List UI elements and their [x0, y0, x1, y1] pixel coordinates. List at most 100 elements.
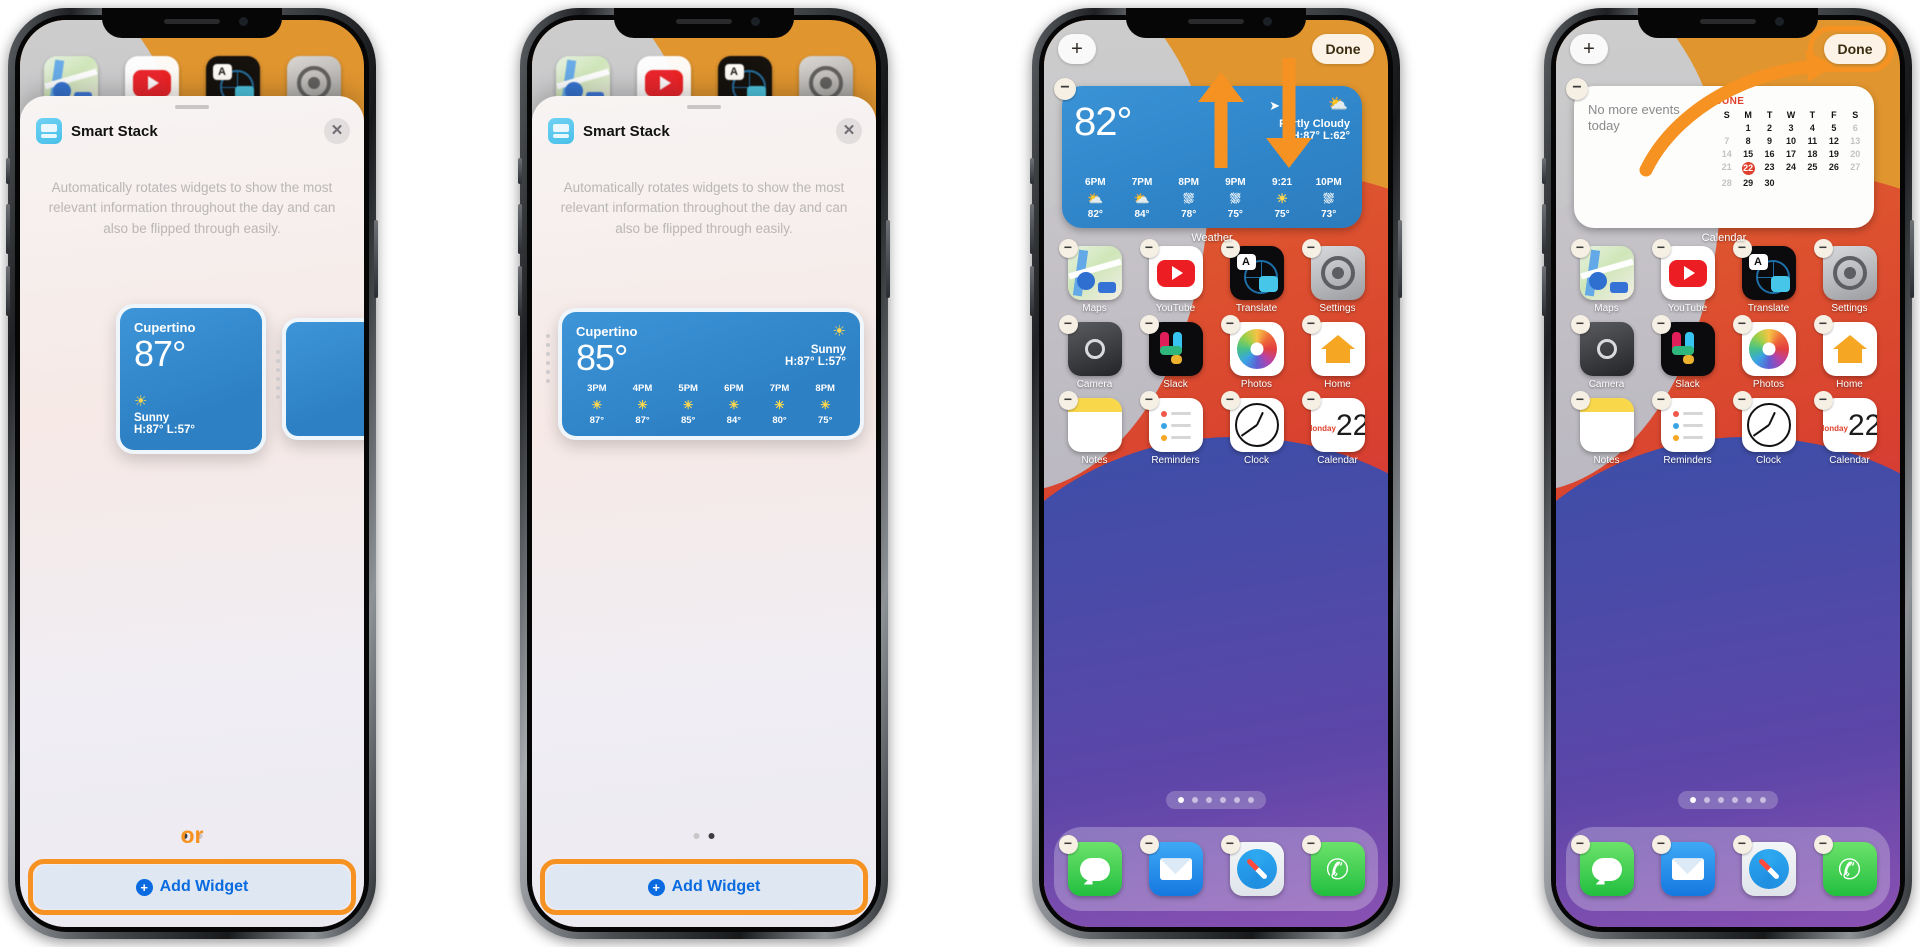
remove-widget-icon[interactable]: −: [1054, 78, 1076, 100]
app-notes[interactable]: − Notes: [1054, 391, 1135, 466]
sheet-page-dots[interactable]: [693, 833, 715, 839]
day-cell: 3: [1788, 123, 1794, 133]
remove-app-icon[interactable]: −: [1058, 835, 1078, 854]
weather-home-widget[interactable]: − ➤ ⛅ 82° Partly Cloudy H:87° L:62° 6PM ⛅…: [1054, 78, 1362, 244]
volume-down-button[interactable]: [6, 266, 10, 316]
widget-carousel[interactable]: Cupertino 87° ☀ Sunny H:87° L:57°: [20, 292, 364, 492]
volume-up-button[interactable]: [6, 204, 10, 254]
weather-widget-preview[interactable]: Cupertino 87° ☀ Sunny H:87° L:57°: [116, 304, 266, 454]
app-calendar[interactable]: − Monday 22 Calendar: [1297, 391, 1378, 466]
dock-app-phone[interactable]: − ✆: [1813, 835, 1877, 896]
remove-app-icon[interactable]: −: [1813, 835, 1833, 854]
remove-app-icon[interactable]: −: [1651, 391, 1671, 410]
app-home[interactable]: − Home: [1297, 315, 1378, 390]
calendar-home-widget[interactable]: − No more events today JUNE S M T W T F …: [1566, 78, 1874, 244]
remove-app-icon[interactable]: −: [1058, 391, 1078, 410]
remove-app-icon[interactable]: −: [1139, 391, 1159, 410]
remove-app-icon[interactable]: −: [1220, 835, 1240, 854]
app-translate[interactable]: − A Translate: [1216, 239, 1297, 314]
page-dots[interactable]: [1678, 791, 1778, 809]
remove-app-icon[interactable]: −: [1301, 315, 1321, 334]
app-calendar[interactable]: − Monday 22 Calendar: [1809, 391, 1890, 466]
app-camera[interactable]: − Camera: [1566, 315, 1647, 390]
remove-app-icon[interactable]: −: [1813, 315, 1833, 334]
add-widget-plus-button[interactable]: +: [1570, 34, 1608, 64]
power-button[interactable]: [1910, 220, 1914, 298]
add-widget-button[interactable]: + Add Widget: [546, 865, 862, 909]
remove-app-icon[interactable]: −: [1732, 835, 1752, 854]
remove-app-icon[interactable]: −: [1301, 391, 1321, 410]
app-reminders[interactable]: − Reminders: [1135, 391, 1216, 466]
day-cell: [1802, 178, 1823, 188]
close-icon[interactable]: ✕: [836, 118, 862, 144]
next-widget-preview[interactable]: [282, 318, 364, 440]
sheet-grabber[interactable]: [687, 105, 721, 109]
volume-down-button[interactable]: [1542, 266, 1546, 316]
widget-carousel[interactable]: Cupertino 85° ☀ Sunny H:87° L:57° 3PM ☀ 87…: [532, 292, 876, 492]
dock-app-mail[interactable]: −: [1651, 835, 1715, 896]
app-maps[interactable]: − Maps: [1054, 239, 1135, 314]
page-dots[interactable]: [1166, 791, 1266, 809]
app-photos[interactable]: − Photos: [1216, 315, 1297, 390]
app-slack[interactable]: − Slack: [1135, 315, 1216, 390]
app-youtube[interactable]: − YouTube: [1647, 239, 1728, 314]
volume-down-button[interactable]: [1030, 266, 1034, 316]
app-youtube[interactable]: − YouTube: [1135, 239, 1216, 314]
app-home[interactable]: − Home: [1809, 315, 1890, 390]
remove-app-icon[interactable]: −: [1220, 315, 1240, 334]
remove-app-icon[interactable]: −: [1813, 391, 1833, 410]
volume-down-button[interactable]: [518, 266, 522, 316]
done-button[interactable]: Done: [1312, 34, 1374, 64]
remove-widget-icon[interactable]: −: [1566, 78, 1588, 100]
mute-switch[interactable]: [1030, 158, 1034, 184]
app-clock[interactable]: − Clock: [1728, 391, 1809, 466]
app-settings[interactable]: − Settings: [1297, 239, 1378, 314]
app-settings[interactable]: − Settings: [1809, 239, 1890, 314]
remove-app-icon[interactable]: −: [1301, 835, 1321, 854]
mute-switch[interactable]: [6, 158, 10, 184]
app-reminders[interactable]: − Reminders: [1647, 391, 1728, 466]
add-widget-plus-button[interactable]: +: [1058, 34, 1096, 64]
remove-app-icon[interactable]: −: [1220, 391, 1240, 410]
dock-app-messages[interactable]: −: [1570, 835, 1634, 896]
remove-app-icon[interactable]: −: [1139, 835, 1159, 854]
mute-switch[interactable]: [1542, 158, 1546, 184]
weather-widget-preview[interactable]: Cupertino 85° ☀ Sunny H:87° L:57° 3PM ☀ 87…: [558, 308, 864, 440]
sheet-page-dots[interactable]: [181, 833, 203, 839]
dock: − − − − ✆: [1566, 827, 1890, 911]
sheet-grabber[interactable]: [175, 105, 209, 109]
dock-app-safari[interactable]: −: [1732, 835, 1796, 896]
app-clock[interactable]: − Clock: [1216, 391, 1297, 466]
volume-up-button[interactable]: [518, 204, 522, 254]
hour-time: 5PM: [678, 383, 698, 394]
remove-app-icon[interactable]: −: [1732, 391, 1752, 410]
remove-app-icon[interactable]: −: [1570, 835, 1590, 854]
app-maps[interactable]: − Maps: [1566, 239, 1647, 314]
dock-app-phone[interactable]: − ✆: [1301, 835, 1365, 896]
remove-app-icon[interactable]: −: [1139, 315, 1159, 334]
dock-app-safari[interactable]: −: [1220, 835, 1284, 896]
power-button[interactable]: [1398, 220, 1402, 298]
remove-app-icon[interactable]: −: [1651, 835, 1671, 854]
app-slack[interactable]: − Slack: [1647, 315, 1728, 390]
dock-app-messages[interactable]: −: [1058, 835, 1122, 896]
power-button[interactable]: [374, 220, 378, 298]
mute-switch[interactable]: [518, 158, 522, 184]
remove-app-icon[interactable]: −: [1058, 315, 1078, 334]
sun-icon: ☀: [832, 323, 846, 340]
volume-up-button[interactable]: [1542, 204, 1546, 254]
remove-app-icon[interactable]: −: [1570, 315, 1590, 334]
app-translate[interactable]: − A Translate: [1728, 239, 1809, 314]
remove-app-icon[interactable]: −: [1570, 391, 1590, 410]
add-widget-button[interactable]: + Add Widget: [34, 865, 350, 909]
close-icon[interactable]: ✕: [324, 118, 350, 144]
volume-up-button[interactable]: [1030, 204, 1034, 254]
remove-app-icon[interactable]: −: [1651, 315, 1671, 334]
app-photos[interactable]: − Photos: [1728, 315, 1809, 390]
power-button[interactable]: [886, 220, 890, 298]
app-notes[interactable]: − Notes: [1566, 391, 1647, 466]
done-button[interactable]: Done: [1824, 34, 1886, 64]
remove-app-icon[interactable]: −: [1732, 315, 1752, 334]
app-camera[interactable]: − Camera: [1054, 315, 1135, 390]
dock-app-mail[interactable]: −: [1139, 835, 1203, 896]
